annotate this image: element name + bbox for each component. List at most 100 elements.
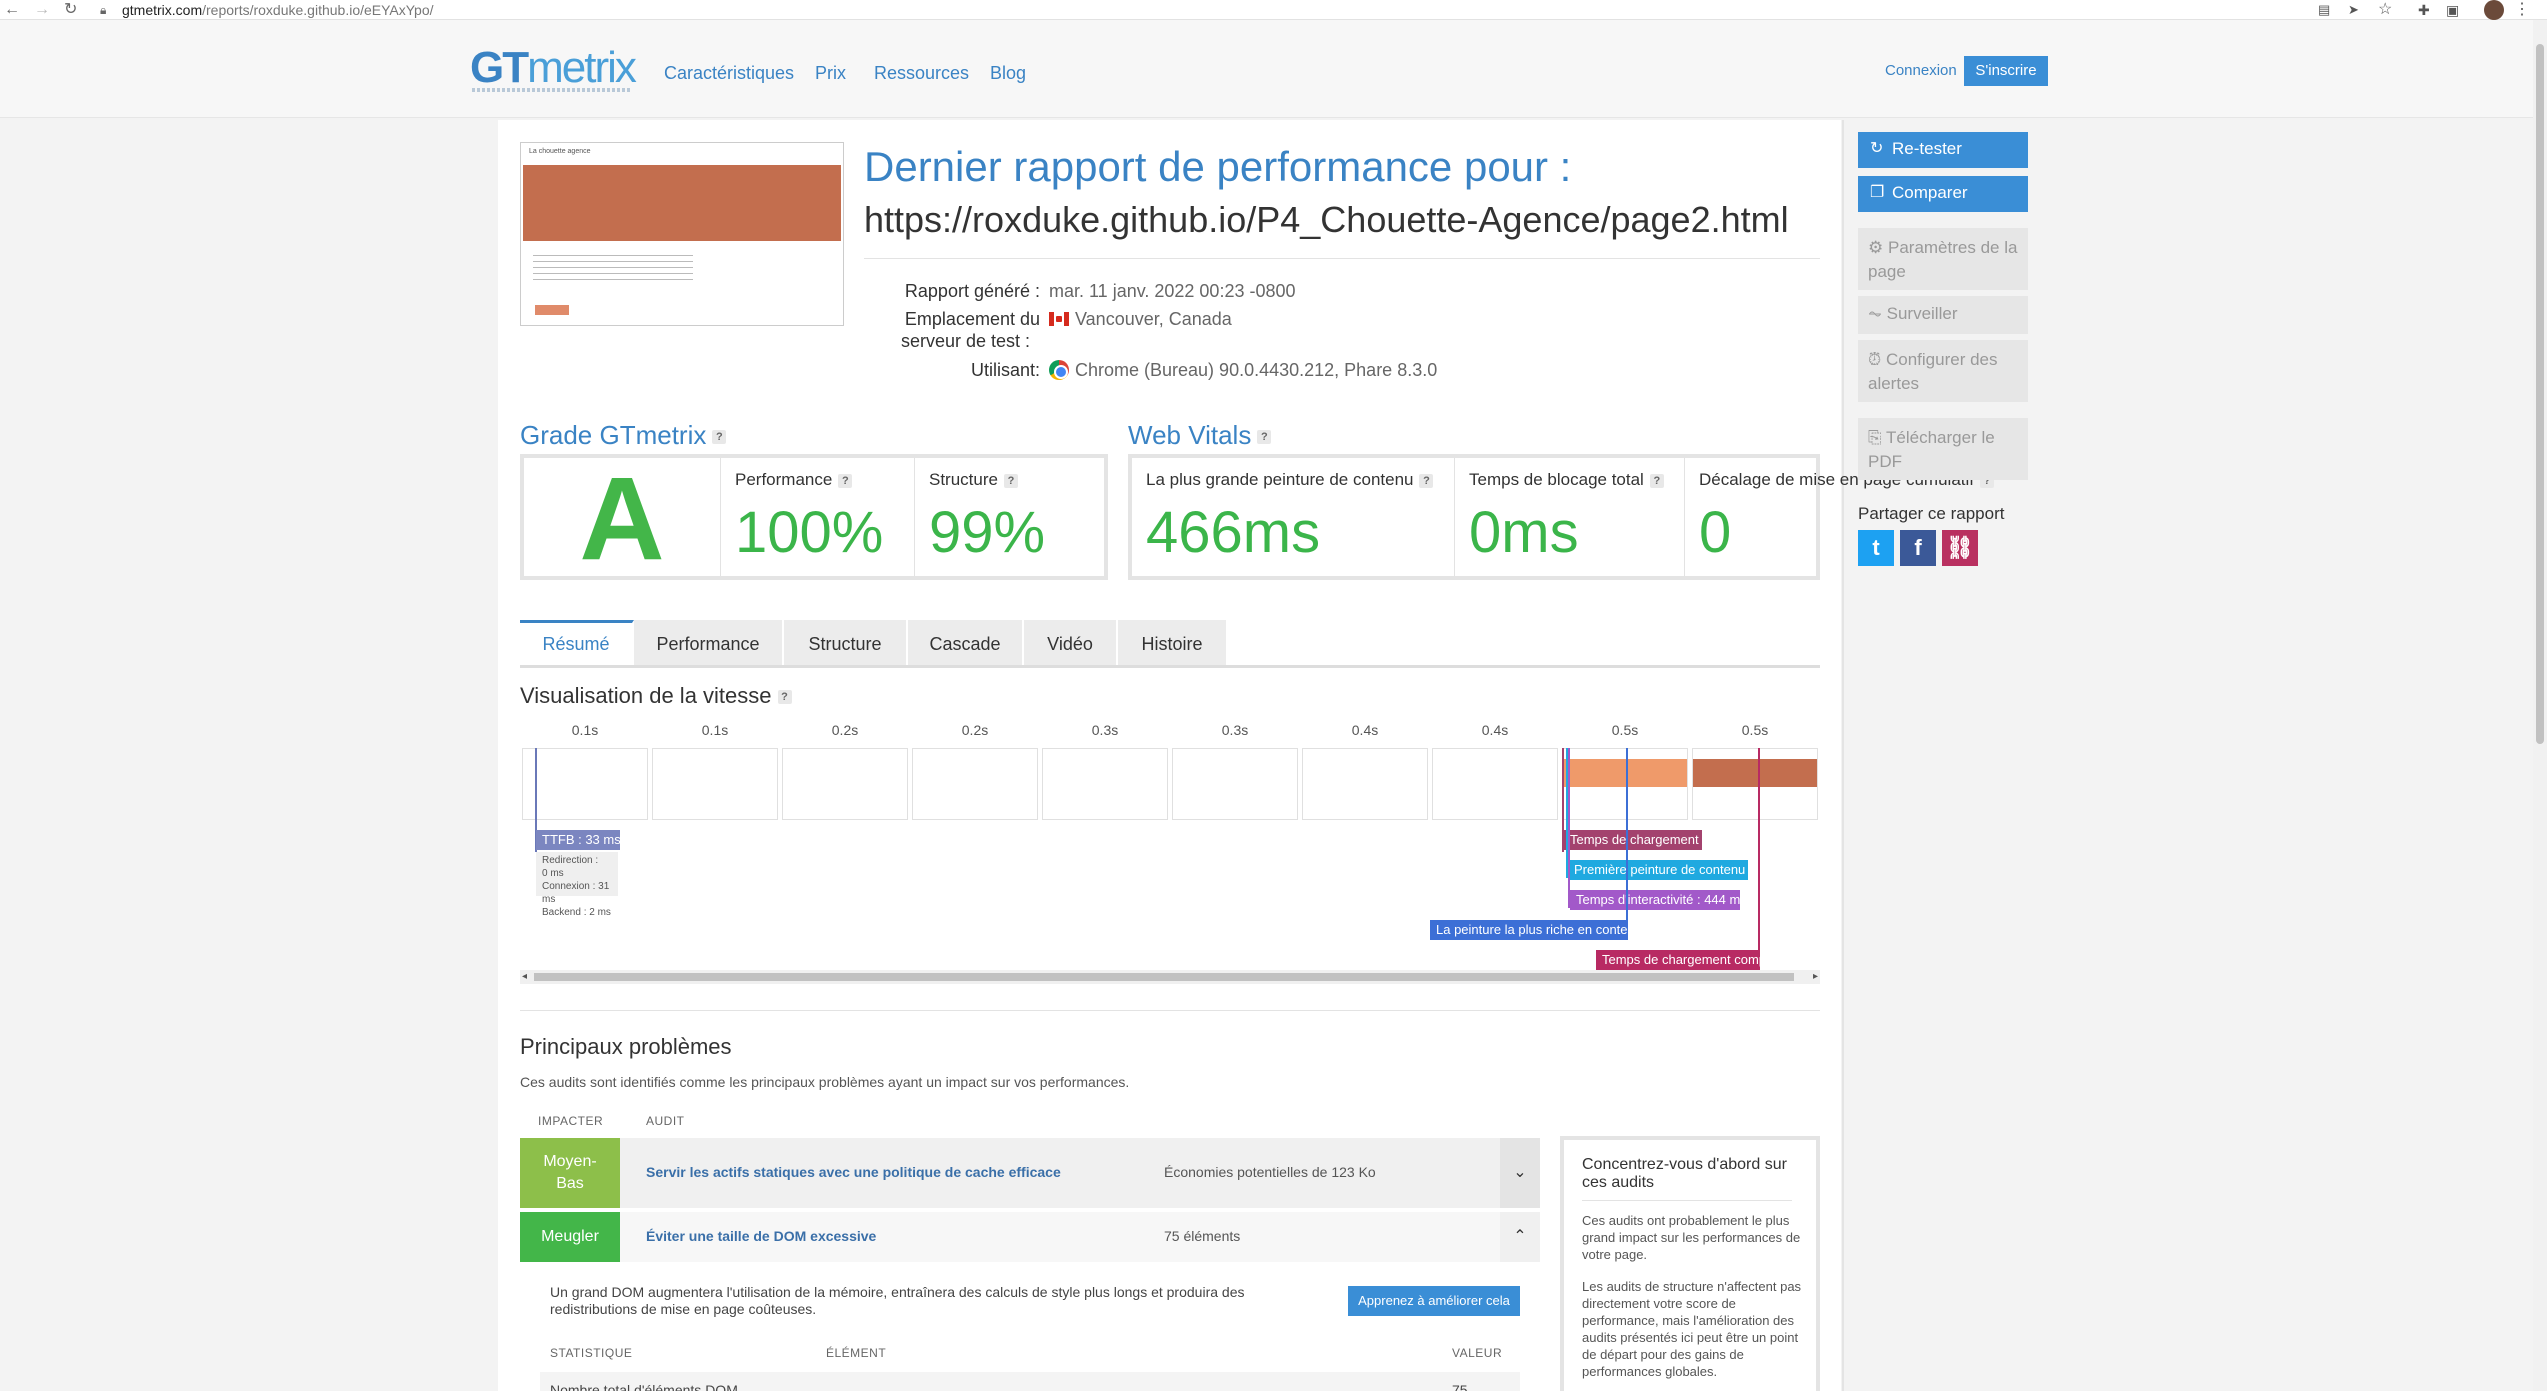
page-settings-button[interactable]: ⚙ Paramètres de la page <box>1858 228 2028 290</box>
learn-more-button[interactable]: Apprenez à améliorer cela <box>1348 1286 1520 1316</box>
extensions-icon[interactable]: ✚ <box>2418 0 2430 20</box>
help-icon[interactable]: ? <box>838 473 853 488</box>
filmstrip-frame[interactable] <box>1432 748 1558 820</box>
reading-list-icon[interactable]: ▣ <box>2446 0 2459 20</box>
focus-title: Concentrez-vous d'abord sur ces audits <box>1582 1156 1787 1191</box>
browser-toolbar: ← → ↻ 🔒︎ gtmetrix.com/reports/roxduke.gi… <box>0 0 2547 20</box>
statistic-column-header: STATISTIQUE <box>550 1346 633 1360</box>
tab-performance[interactable]: Performance <box>634 620 784 665</box>
forward-icon[interactable]: → <box>34 0 50 20</box>
nav-pricing[interactable]: Prix <box>815 62 846 84</box>
issue-metric: Économies potentielles de 123 Ko <box>1164 1164 1376 1180</box>
focus-paragraph: Les audits de structure n'affectent pas … <box>1582 1279 1802 1379</box>
filmstrip-frame-loaded[interactable] <box>1562 748 1688 820</box>
logo-gt: GT <box>470 43 529 92</box>
tab-video[interactable]: Vidéo <box>1024 620 1118 665</box>
audit-column-header: AUDIT <box>646 1114 685 1128</box>
report-url[interactable]: https://roxduke.github.io/P4_Chouette-Ag… <box>864 198 1789 242</box>
onload-marker-label[interactable]: Temps de chargement complet <box>1596 950 1760 970</box>
frame-banner <box>1693 759 1817 787</box>
filmstrip-scrollbar[interactable]: ◂ ▸ <box>520 970 1820 984</box>
ttfb-detail: Redirection : 0 ms Connexion : 31 ms Bac… <box>536 852 618 918</box>
tti-marker-line <box>1568 748 1570 908</box>
time-tick: 0.1s <box>571 722 599 738</box>
alarm-icon: ⏰︎ <box>1868 350 1882 369</box>
tti-marker-label[interactable]: Temps d'interactivité : 444 ms <box>1570 890 1740 910</box>
back-icon[interactable]: ← <box>4 0 20 20</box>
star-icon[interactable]: ☆ <box>2378 0 2392 20</box>
location-label-line2: serveur de test : <box>900 331 1030 351</box>
page-scrollbar-thumb[interactable] <box>2536 44 2544 744</box>
issue-row-expanded[interactable]: Meugler Éviter une taille de DOM excessi… <box>520 1212 1540 1262</box>
tab-history[interactable]: Histoire <box>1118 620 1228 665</box>
issue-row[interactable]: Moyen- Bas Servir les actifs statiques av… <box>520 1138 1540 1208</box>
performance-label-text: Performance <box>735 470 833 489</box>
chevron-down-icon[interactable]: ⌄ <box>1500 1138 1540 1208</box>
ttfb-marker-label[interactable]: TTFB : 33 ms <box>536 830 620 850</box>
issue-title[interactable]: Servir les actifs statiques avec une pol… <box>646 1164 1061 1180</box>
signup-button[interactable]: S'inscrire <box>1964 56 2048 86</box>
time-tick: 0.1s <box>701 722 729 738</box>
retest-button[interactable]: ↻ Re-tester <box>1858 132 2028 168</box>
facebook-icon[interactable]: f <box>1900 530 1936 566</box>
scroll-right-icon[interactable]: ▸ <box>1813 970 1818 984</box>
filmstrip-frame-loaded[interactable] <box>1692 748 1818 820</box>
help-icon[interactable]: ? <box>1257 430 1272 445</box>
time-tick: 0.3s <box>1221 722 1249 738</box>
help-icon[interactable]: ? <box>1419 473 1434 488</box>
page-scrollbar[interactable] <box>2533 20 2547 1391</box>
help-icon[interactable]: ? <box>1649 473 1664 488</box>
scroll-left-icon[interactable]: ◂ <box>522 970 527 984</box>
login-link[interactable]: Connexion <box>1885 62 1957 79</box>
tab-summary[interactable]: Résumé <box>520 620 634 665</box>
tbt-value: 0ms <box>1469 500 1579 565</box>
time-tick: 0.5s <box>1741 722 1769 738</box>
twitter-icon[interactable]: t <box>1858 530 1894 566</box>
scrollbar-thumb[interactable] <box>534 973 1794 981</box>
top-issues-title: Principaux problèmes <box>520 1034 732 1059</box>
menu-icon[interactable]: ⋮ <box>2514 0 2530 20</box>
gtmetrix-logo[interactable]: GTmetrix <box>470 43 637 92</box>
translate-icon[interactable]: ▤ <box>2318 0 2330 20</box>
copy-icon: ❐ <box>1870 184 1885 201</box>
focus-paragraph: Ces audits ont probablement le plus gran… <box>1582 1213 1801 1262</box>
load-marker-label[interactable]: Temps de chargement <box>1564 830 1702 850</box>
impact-badge: Moyen- Bas <box>520 1138 620 1208</box>
lock-icon: 🔒︎ <box>100 3 107 17</box>
profile-avatar[interactable] <box>2484 0 2504 20</box>
monitor-button[interactable]: ⏦ Surveiller <box>1858 296 2028 334</box>
send-icon[interactable]: ➤ <box>2348 0 2359 20</box>
compare-label: Comparer <box>1892 183 1968 202</box>
using-label: Utilisant: <box>970 360 1040 380</box>
filmstrip-frame[interactable] <box>1042 748 1168 820</box>
issue-title[interactable]: Éviter une taille de DOM excessive <box>646 1228 876 1244</box>
tab-structure[interactable]: Structure <box>784 620 908 665</box>
fcp-marker-label[interactable]: Première peinture de contenu <box>1568 860 1748 880</box>
filmstrip-frame[interactable] <box>1302 748 1428 820</box>
filmstrip-frame[interactable] <box>652 748 778 820</box>
configure-alerts-button[interactable]: ⏰︎ Configurer des alertes <box>1858 340 2028 402</box>
download-pdf-button[interactable]: ⎘ Télécharger le PDF <box>1858 418 2028 480</box>
nav-resources[interactable]: Ressources <box>874 62 969 84</box>
help-icon[interactable]: ? <box>1003 473 1018 488</box>
help-icon[interactable]: ? <box>777 690 792 705</box>
filmstrip-frame[interactable] <box>1172 748 1298 820</box>
filmstrip-frame[interactable] <box>522 748 648 820</box>
filmstrip-frame[interactable] <box>912 748 1038 820</box>
web-vitals-heading: Web Vitals? <box>1128 420 1272 450</box>
nav-features[interactable]: Caractéristiques <box>664 62 794 84</box>
nav-blog[interactable]: Blog <box>990 62 1026 84</box>
lcp-marker-label[interactable]: La peinture la plus riche en contenu <box>1430 920 1628 940</box>
grade-heading: Grade GTmetrix? <box>520 420 727 450</box>
compare-button[interactable]: ❐ Comparer <box>1858 176 2028 212</box>
page-screenshot-thumbnail[interactable]: La chouette agence <box>520 142 844 326</box>
reload-icon[interactable]: ↻ <box>64 0 77 20</box>
logo-underline <box>472 88 632 92</box>
address-bar[interactable]: gtmetrix.com/reports/roxduke.github.io/e… <box>122 1 434 19</box>
speed-title-text: Visualisation de la vitesse <box>520 683 772 708</box>
chevron-up-icon[interactable]: ⌃ <box>1500 1212 1540 1262</box>
filmstrip-frame[interactable] <box>782 748 908 820</box>
tab-waterfall[interactable]: Cascade <box>908 620 1024 665</box>
link-icon[interactable]: ⛓ <box>1942 530 1978 566</box>
help-icon[interactable]: ? <box>712 430 727 445</box>
